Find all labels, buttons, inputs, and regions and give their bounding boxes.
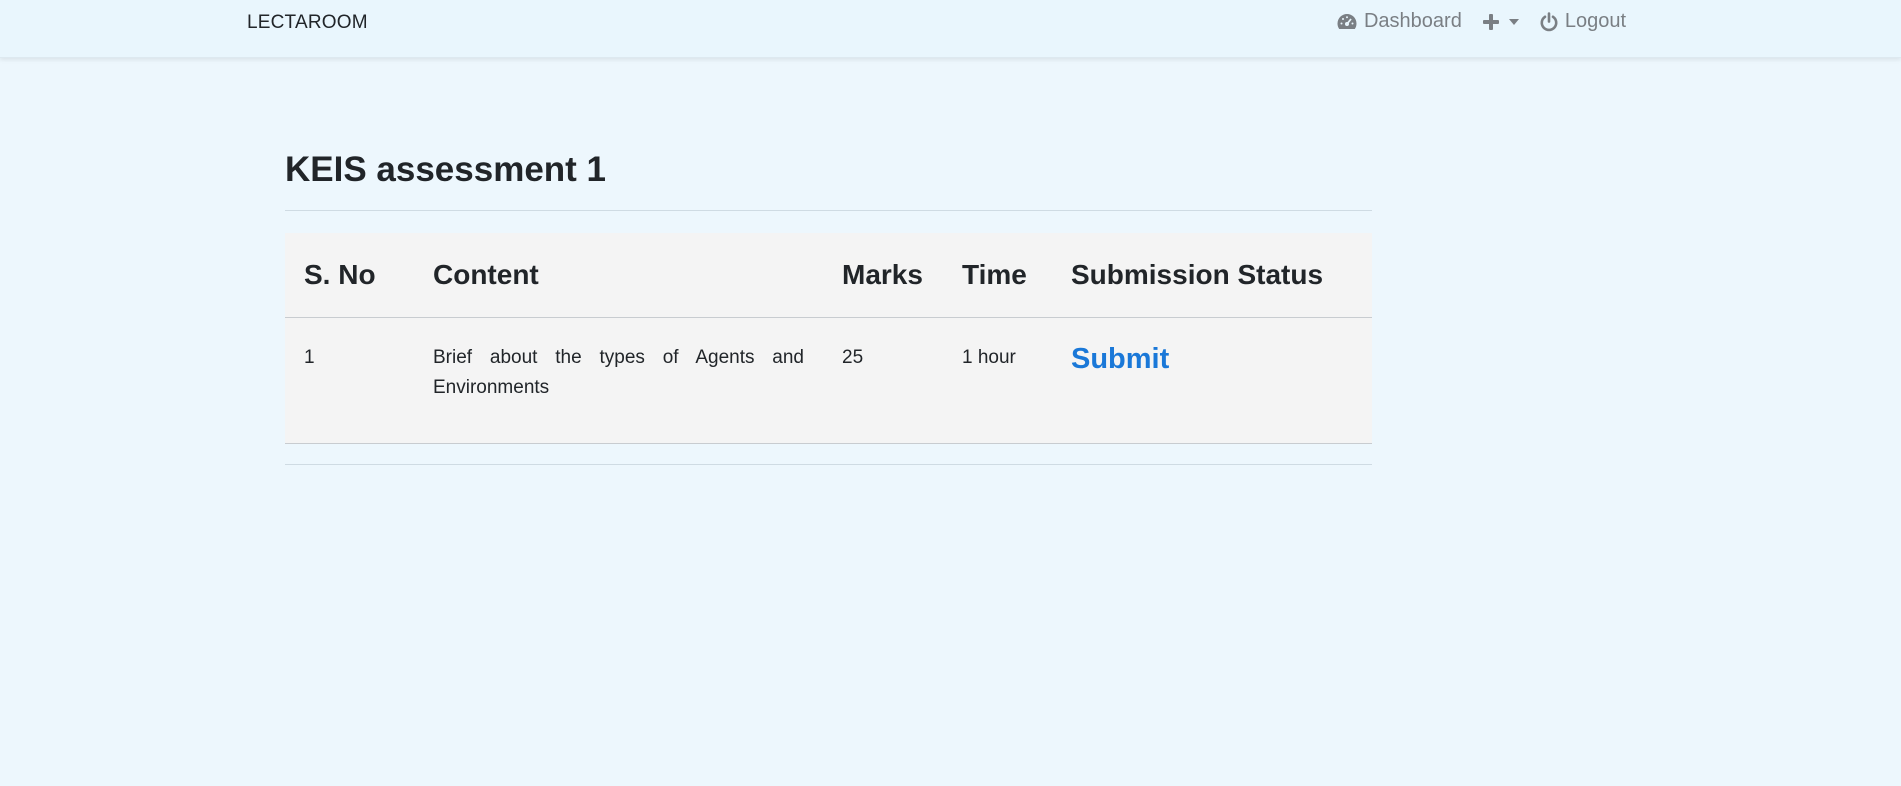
cell-marks: 25 [823,317,943,444]
divider-bottom [285,463,1372,465]
logout-label: Logout [1564,10,1626,32]
speedometer-icon [1336,12,1358,32]
add-dropdown-toggle[interactable] [1482,13,1519,31]
navbar-right: Dashboard Logout [1336,10,1626,33]
cell-submission-status: Submit [1052,317,1372,444]
dashboard-label: Dashboard [1363,10,1462,32]
dashboard-link[interactable]: Dashboard [1336,10,1462,33]
submit-link[interactable]: Submit [1071,344,1169,374]
table-header-row: S. No Content Marks Time Submission Stat… [285,233,1372,318]
caret-down-icon [1508,18,1519,25]
power-icon [1539,11,1559,32]
brand-logo[interactable]: LECTAROOM [247,12,368,34]
header-submission-status: Submission Status [1052,233,1372,318]
top-navbar: LECTAROOM Dashboard Logout [0,0,1901,58]
main-content: KEIS assessment 1 S. No Content Marks Ti… [285,146,1372,465]
table-row: 1 Brief about the types of Agents and En… [285,317,1372,444]
cell-time: 1 hour [943,317,1052,444]
page-title: KEIS assessment 1 [285,150,607,189]
header-content: Content [414,233,823,318]
logout-link[interactable]: Logout [1539,10,1626,33]
divider [285,210,1372,211]
header-time: Time [943,233,1052,318]
plus-icon [1482,13,1500,31]
cell-sno: 1 [285,317,414,444]
header-marks: Marks [823,233,943,318]
cell-content: Brief about the types of Agents and Envi… [414,317,823,444]
assessment-table: S. No Content Marks Time Submission Stat… [285,233,1372,444]
header-sno: S. No [285,233,414,318]
